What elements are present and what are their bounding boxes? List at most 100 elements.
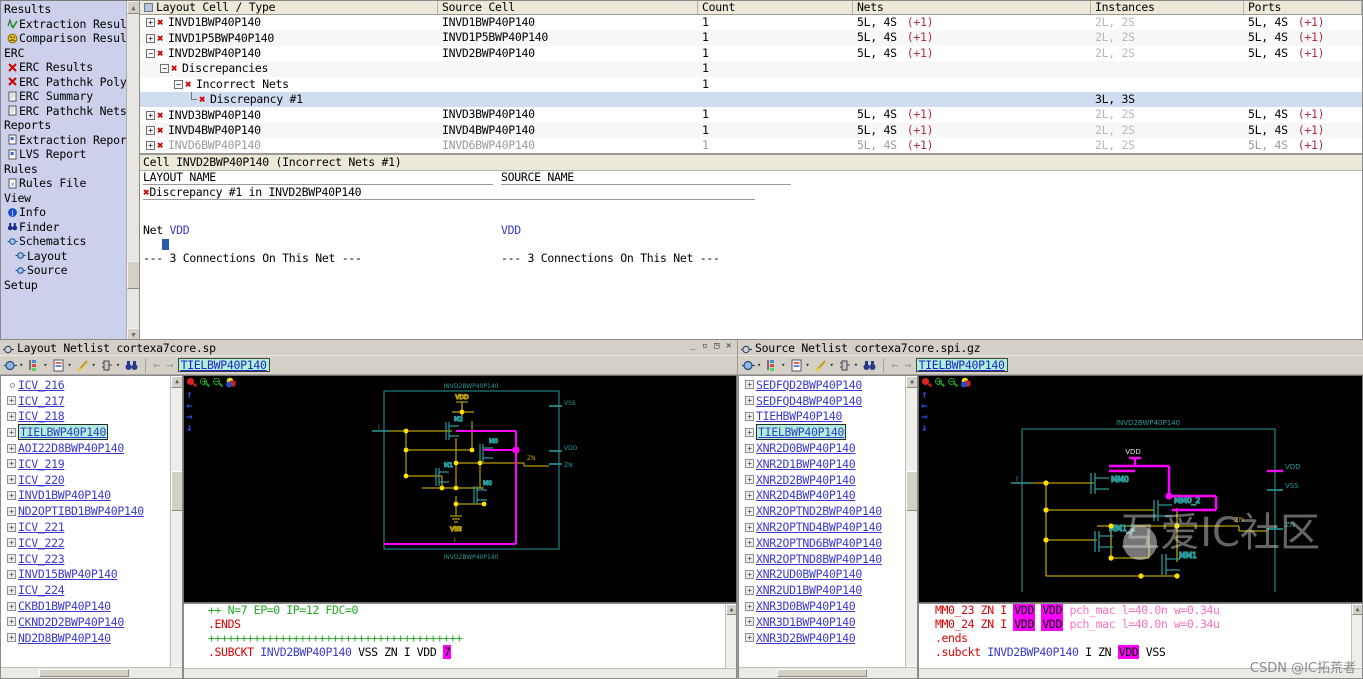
tree-expand-icon[interactable]: + [745,475,754,485]
layout-toolbar[interactable]: ▾ ▾ ▾ ▾ ▾ ← → TIELBWP40P140 [0,355,737,375]
column-header-source-cell[interactable]: Source Cell [438,1,698,14]
chevron-down-icon[interactable]: ▾ [43,361,47,369]
navigator-item-erc-pathchk-nets[interactable]: ERC Pathchk Nets [3,104,128,119]
tree-expand-icon[interactable]: + [745,411,754,421]
tree-expand-icon[interactable]: + [7,569,16,579]
source-tree-scrollbar[interactable]: ▲ ▼ [905,376,917,678]
navigator-item-extraction-resul[interactable]: Extraction Resul [3,17,128,32]
cell-tree-item[interactable]: + XNR3D1BWP40P140 [739,614,917,630]
cell-tree-item[interactable]: + XNR2D4BWP40P140 [739,488,917,504]
navigator-item-layout[interactable]: Layout [3,249,128,264]
tree-expand-icon[interactable]: + [745,459,754,469]
table-row[interactable]: + ✖ INVD6BWP40P140 INVD6BWP40P140 1 5L, 4S (+1… [140,138,1362,153]
toolbar-hierarchy-button[interactable]: ▾ [26,357,48,374]
table-row[interactable]: + ✖ INVD4BWP40P140 INVD4BWP40P140 1 5L, 4S (+1… [140,122,1362,139]
column-header-layout-cell-type[interactable]: Layout Cell / Type [140,1,438,14]
navigator-item-lvs-report[interactable]: LVS Report [3,147,128,162]
cell-tree-item[interactable]: + ICV_217 [1,393,182,409]
layout-tree-scrollbar[interactable]: ▲ ▼ [170,376,182,678]
toolbar-device-button[interactable]: ▾ [99,357,121,374]
navigator-item-erc-results[interactable]: ERC Results [3,60,128,75]
chevron-down-icon[interactable]: ▾ [67,361,71,369]
scroll-thumb[interactable] [906,471,917,511]
column-config-icon[interactable] [144,3,153,12]
tree-expand-icon[interactable]: + [745,617,754,627]
source-window-titlebar[interactable]: Source Netlist cortexa7core.spi.gz [738,340,1363,355]
cell-tree-item[interactable]: ICV_216 [1,377,182,393]
tree-expand-icon[interactable]: + [7,475,16,485]
nav-back-button[interactable]: ← [151,358,162,372]
tree-expand-icon[interactable]: + [7,396,16,406]
layout-netlist-text[interactable]: ++ N=7 EP=0 IP=12 FDC=0 .ENDS ++++++++++++… [183,603,737,679]
cell-tree-item[interactable]: + ICV_222 [1,535,182,551]
navigator-item-source[interactable]: Source [3,263,128,278]
tree-expand-icon[interactable]: + [7,459,16,469]
toolbar-schematic-button[interactable]: ▾ [740,357,762,374]
cell-tree-item[interactable]: + ICV_219 [1,456,182,472]
tree-expand-icon[interactable]: + [7,443,16,453]
source-cell-tree[interactable]: + SEDFQD2BWP40P140 + SEDFQD4BWP40P140 + TIEHB… [738,375,918,679]
cell-tree-item[interactable]: + ND2OPTIBD1BWP40P140 [1,503,182,519]
column-header-instances[interactable]: Instances [1091,1,1244,14]
tree-expand-icon[interactable]: + [745,538,754,548]
cell-tree-item[interactable]: + INVD1BWP40P140 [1,488,182,504]
tree-expand-icon[interactable]: + [7,617,16,627]
tree-expand-icon[interactable]: + [7,522,16,532]
chevron-down-icon[interactable]: ▾ [19,361,23,369]
tree-expand-icon[interactable]: + [7,506,16,516]
tree-expand-icon[interactable]: + [146,125,155,135]
scroll-up-arrow[interactable]: ▲ [906,376,917,388]
layout-tree-hscrollbar[interactable] [1,667,182,678]
layout-schematic-view[interactable]: ↑ ← → ↓ INVD2BWP40P140 INVD2BWP40P140 VS… [183,375,737,603]
tree-expand-icon[interactable]: + [7,633,16,643]
scroll-up-arrow[interactable]: ▲ [726,604,736,615]
tree-expand-icon[interactable]: + [745,443,754,453]
cell-tree-item[interactable]: + ICV_221 [1,519,182,535]
source-text-scrollbar[interactable]: ▲ ▼ [1351,604,1362,678]
source-toolbar[interactable]: ▾ ▾ ▾ ▾ ▾ ← → TIELBWP40P140 [738,355,1363,375]
scroll-thumb[interactable] [127,261,139,289]
table-row[interactable]: + ✖ INVD1P5BWP40P140 INVD1P5BWP40P140 1 5L, 4… [140,30,1362,46]
cell-tree-item[interactable]: + XNR2UD0BWP40P140 [739,567,917,583]
chevron-down-icon[interactable]: ▾ [805,361,809,369]
tree-expand-icon[interactable]: + [7,411,16,421]
chevron-down-icon[interactable]: ▾ [757,361,761,369]
navigator-item-erc-summary[interactable]: ERC Summary [3,89,128,104]
tree-expand-icon[interactable]: + [7,538,16,548]
cell-tree-item[interactable]: + ICV_220 [1,472,182,488]
toolbar-finder-button[interactable] [861,357,878,374]
navigator-scrollbar[interactable]: ▲ ▼ [126,1,139,339]
tree-expand-icon[interactable]: + [745,633,754,643]
tree-expand-icon[interactable]: + [7,427,16,437]
tree-expand-icon[interactable]: + [7,601,16,611]
cell-tree-item[interactable]: + ICV_223 [1,551,182,567]
table-row[interactable]: − ✖ Incorrect Nets 1 [140,77,1362,92]
cell-tree-item[interactable]: + CKND2D2BWP40P140 [1,614,182,630]
cell-tree-item[interactable]: + ICV_224 [1,582,182,598]
restore-button[interactable]: ◳ [712,341,721,351]
cell-tree-item[interactable]: + INVD15BWP40P140 [1,567,182,583]
tree-expand-icon[interactable]: + [7,490,16,500]
layout-cell-tree[interactable]: ICV_216 + ICV_217 + ICV_218 + TIELBWP40P140 + AO… [0,375,183,679]
tree-collapse-icon[interactable]: − [174,79,183,89]
navigator-item-finder[interactable]: Finder [3,220,128,235]
cell-tree-item[interactable]: + XNR2OPTND2BWP40P140 [739,503,917,519]
tree-expand-icon[interactable]: + [745,506,754,516]
navigator-item-schematics[interactable]: Schematics [3,234,128,249]
toolbar-finder-button[interactable] [123,357,140,374]
navigator-item-extraction-repor[interactable]: Extraction Repor [3,133,128,148]
cell-tree-item[interactable]: + XNR2D2BWP40P140 [739,472,917,488]
scroll-thumb[interactable] [171,471,182,511]
navigator-item-rules-file[interactable]: x Rules File [3,176,128,191]
table-row[interactable]: + ✖ INVD3BWP40P140 INVD3BWP40P140 1 5L, 4S (+1… [140,107,1362,122]
cell-tree-item[interactable]: + SEDFQD2BWP40P140 [739,377,917,393]
tree-expand-icon[interactable]: + [7,554,16,564]
scroll-down-arrow[interactable]: ▼ [127,328,139,339]
toolbar-schematic-button[interactable]: ▾ [2,357,24,374]
source-schematic-view[interactable]: ↑ ← → ↓ INVD2BWP40P140 VDD VSS ZN I MM0 … [918,375,1363,603]
navigator-item-erc-pathchk-poly[interactable]: ERC Pathchk Poly [3,75,128,90]
toolbar-properties-button[interactable]: ▾ [788,357,810,374]
cell-tree-item[interactable]: + XNR2OPTND8BWP40P140 [739,551,917,567]
tree-expand-icon[interactable]: + [745,601,754,611]
source-tree-hscrollbar[interactable] [739,667,917,678]
